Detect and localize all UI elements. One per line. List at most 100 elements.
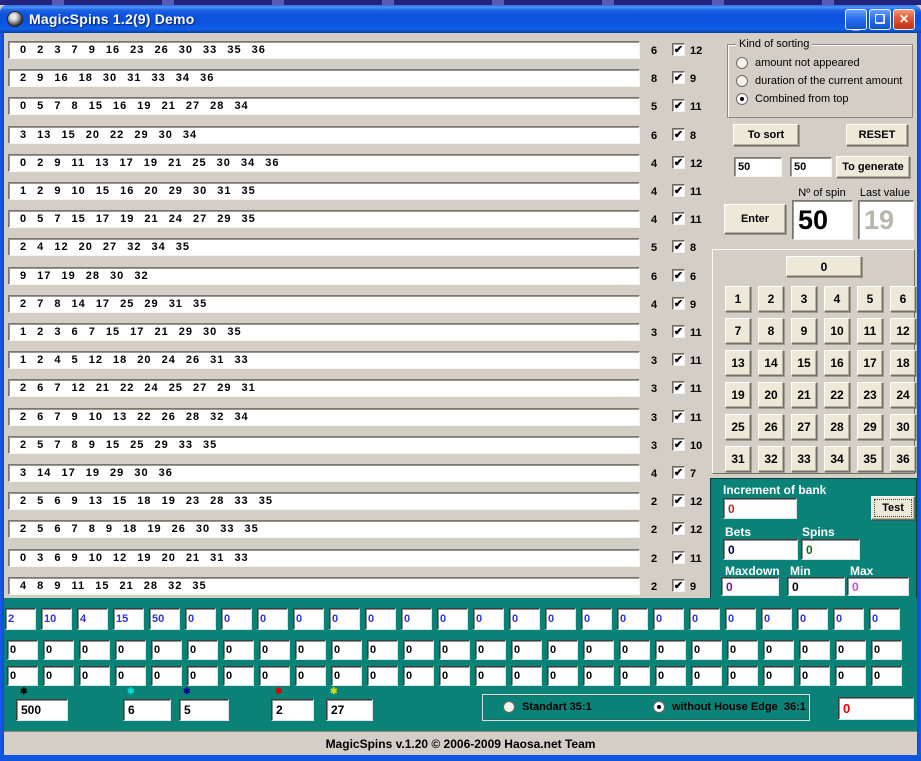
stat-cell[interactable] [727,640,758,660]
row-checkbox[interactable]: ✔ [672,99,685,112]
number-14-button[interactable]: 14 [758,350,784,376]
stat-cell[interactable] [619,666,650,686]
stat-cell[interactable] [475,666,506,686]
spin-sequence-field[interactable] [8,41,640,59]
marker-field[interactable] [326,699,373,721]
number-24-button[interactable]: 24 [890,382,916,408]
stat-cell[interactable] [871,640,902,660]
spin-sequence-field[interactable] [8,492,640,510]
row-checkbox[interactable]: ✔ [672,43,685,56]
spin-sequence-field[interactable] [8,69,640,87]
stat-cell[interactable] [151,666,182,686]
stat-cell[interactable] [763,640,794,660]
number-0-button[interactable]: 0 [786,256,862,277]
number-35-button[interactable]: 35 [857,446,883,472]
marker-field[interactable] [16,699,68,721]
stat-cell[interactable] [113,608,144,630]
stat-cell[interactable] [257,608,288,630]
spin-sequence-field[interactable] [8,351,640,369]
row-checkbox[interactable]: ✔ [672,128,685,141]
number-1-button[interactable]: 1 [725,286,751,312]
row-checkbox[interactable]: ✔ [672,325,685,338]
stat-cell[interactable] [797,608,828,630]
row-checkbox[interactable]: ✔ [672,297,685,310]
spin-sequence-field[interactable] [8,436,640,454]
spin-sequence-field[interactable] [8,577,640,595]
number-4-button[interactable]: 4 [824,286,850,312]
number-16-button[interactable]: 16 [824,350,850,376]
stat-cell[interactable] [115,666,146,686]
number-8-button[interactable]: 8 [758,318,784,344]
number-22-button[interactable]: 22 [824,382,850,408]
stat-cell[interactable] [545,608,576,630]
titlebar[interactable]: MagicSpins 1.2(9) Demo _ ❑ ✕ [0,5,921,33]
row-checkbox[interactable]: ✔ [672,466,685,479]
stat-cell[interactable] [655,640,686,660]
stat-cell[interactable] [653,608,684,630]
row-checkbox[interactable]: ✔ [672,551,685,564]
minimize-button[interactable]: _ [845,9,867,30]
stat-cell[interactable] [581,608,612,630]
number-28-button[interactable]: 28 [824,414,850,440]
stat-cell[interactable] [583,666,614,686]
row-checkbox[interactable]: ✔ [672,212,685,225]
spin-sequence-field[interactable] [8,379,640,397]
number-25-button[interactable]: 25 [725,414,751,440]
maxdown-field[interactable] [721,577,779,596]
row-checkbox[interactable]: ✔ [672,381,685,394]
marker-field[interactable] [123,699,171,721]
number-31-button[interactable]: 31 [725,446,751,472]
stat-cell[interactable] [439,666,470,686]
spin-sequence-field[interactable] [8,182,640,200]
stat-cell[interactable] [259,640,290,660]
stat-cell[interactable] [151,640,182,660]
number-21-button[interactable]: 21 [791,382,817,408]
stat-cell[interactable] [835,640,866,660]
sorting-option[interactable]: Combined from top [736,90,902,108]
stat-cell[interactable] [871,666,902,686]
generate-count-field-1[interactable] [734,157,782,177]
number-7-button[interactable]: 7 [725,318,751,344]
stat-cell[interactable] [367,666,398,686]
payout-option[interactable]: Standart 35:1 [503,701,592,713]
stat-cell[interactable] [833,608,864,630]
stat-cell[interactable] [79,640,110,660]
number-23-button[interactable]: 23 [857,382,883,408]
number-9-button[interactable]: 9 [791,318,817,344]
spin-sequence-field[interactable] [8,549,640,567]
number-32-button[interactable]: 32 [758,446,784,472]
marker-field[interactable] [179,699,229,721]
number-12-button[interactable]: 12 [890,318,916,344]
stat-cell[interactable] [331,666,362,686]
stat-cell[interactable] [835,666,866,686]
spin-sequence-field[interactable] [8,520,640,538]
stat-cell[interactable] [259,666,290,686]
generate-count-field-2[interactable] [790,157,832,177]
number-30-button[interactable]: 30 [890,414,916,440]
stat-cell[interactable] [149,608,180,630]
stat-cell[interactable] [437,608,468,630]
stat-cell[interactable] [799,666,830,686]
stat-cell[interactable] [689,608,720,630]
number-13-button[interactable]: 13 [725,350,751,376]
number-33-button[interactable]: 33 [791,446,817,472]
spin-sequence-field[interactable] [8,464,640,482]
marker-field[interactable] [271,699,314,721]
row-checkbox[interactable]: ✔ [672,410,685,423]
stat-cell[interactable] [401,608,432,630]
stat-cell[interactable] [619,640,650,660]
row-checkbox[interactable]: ✔ [672,156,685,169]
maximize-button[interactable]: ❑ [869,9,891,30]
stat-cell[interactable] [115,640,146,660]
number-20-button[interactable]: 20 [758,382,784,408]
stat-cell[interactable] [691,640,722,660]
stat-cell[interactable] [223,640,254,660]
number-19-button[interactable]: 19 [725,382,751,408]
number-3-button[interactable]: 3 [791,286,817,312]
stat-cell[interactable] [509,608,540,630]
stat-cell[interactable] [43,666,74,686]
stat-cell[interactable] [331,640,362,660]
stat-cell[interactable] [367,640,398,660]
stat-cell[interactable] [187,640,218,660]
spin-sequence-field[interactable] [8,210,640,228]
